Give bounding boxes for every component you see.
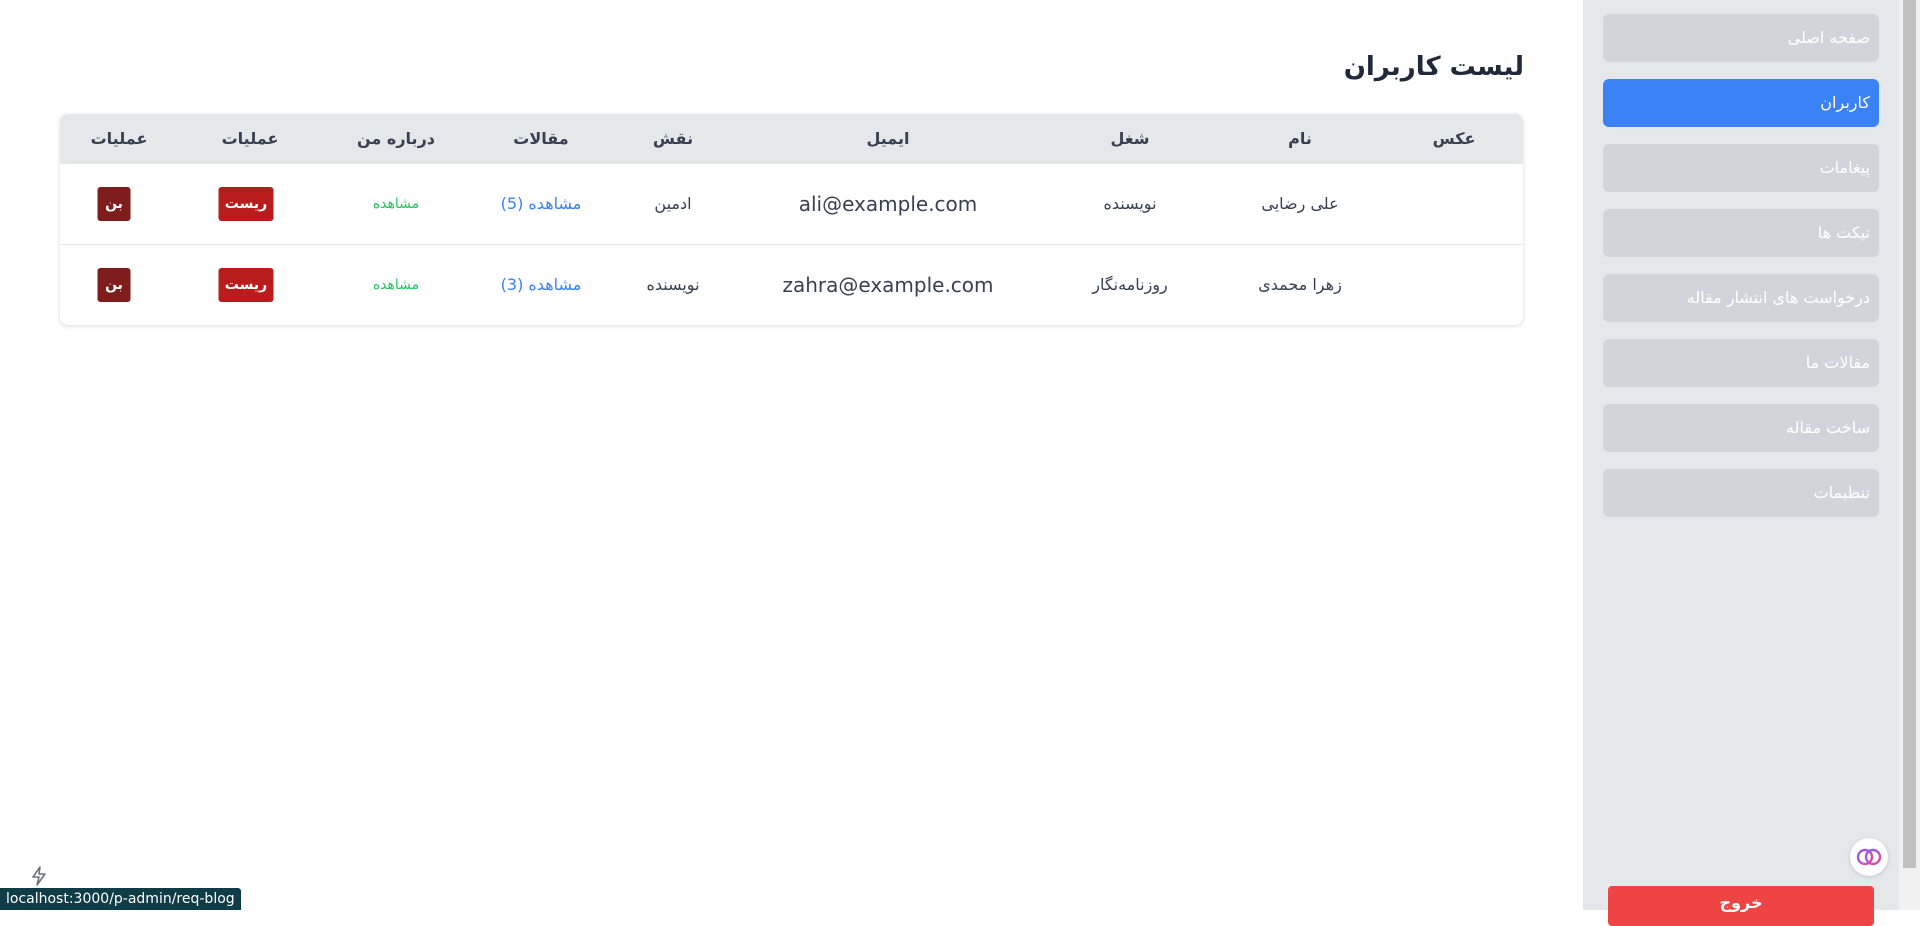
page-title: لیست کاربران: [1343, 52, 1524, 82]
header-email: ایمیل: [866, 129, 910, 148]
cell-name: زهرا محمدی: [1258, 275, 1342, 294]
header-actions-ban: عملیات: [90, 129, 148, 148]
page-scrollbar[interactable]: [1899, 0, 1920, 910]
sidebar-item-our-articles[interactable]: مقالات ما: [1603, 339, 1879, 387]
table-row: زهرا محمدی روزنامه‌نگار zahra@example.co…: [60, 245, 1523, 325]
cell-email: zahra@example.com: [782, 273, 994, 297]
sidebar-item-home[interactable]: صفحه اصلی: [1603, 14, 1879, 62]
sidebar-item-tickets[interactable]: تیکت ها: [1603, 209, 1879, 257]
header-name: نام: [1288, 129, 1312, 148]
logout-button[interactable]: خروج: [1608, 886, 1874, 926]
about-view-link[interactable]: مشاهده: [373, 164, 419, 244]
users-table: عکس نام شغل ایمیل نقش مقالات درباره من ع…: [60, 114, 1523, 325]
cell-role: ادمین: [654, 194, 692, 213]
header-articles: مقالات: [513, 129, 569, 148]
bolt-icon[interactable]: [22, 862, 56, 890]
ban-button[interactable]: بن: [97, 187, 131, 221]
about-view-link[interactable]: مشاهده: [373, 245, 419, 325]
sidebar-item-create-article[interactable]: ساخت مقاله: [1603, 404, 1879, 452]
header-actions-reset: عملیات: [221, 129, 279, 148]
sidebar-item-messages[interactable]: پیغامات: [1603, 144, 1879, 192]
cell-job: روزنامه‌نگار: [1092, 275, 1168, 294]
cell-job: نویسنده: [1103, 194, 1157, 213]
cell-email: ali@example.com: [798, 192, 978, 216]
sidebar-item-settings[interactable]: تنظیمات: [1603, 469, 1879, 517]
reset-button[interactable]: ریست: [218, 187, 274, 221]
header-about: درباره من: [357, 129, 435, 148]
articles-link[interactable]: مشاهده (5): [501, 164, 582, 244]
header-job: شغل: [1110, 129, 1150, 148]
articles-link[interactable]: مشاهده (3): [501, 245, 582, 325]
header-photo: عکس: [1432, 129, 1476, 148]
cell-role: نویسنده: [646, 275, 700, 294]
table-row: علی رضایی نویسنده ali@example.com ادمین …: [60, 164, 1523, 245]
sidebar-item-users[interactable]: کاربران: [1603, 79, 1879, 127]
brain-icon[interactable]: [1850, 838, 1888, 876]
sidebar-item-publish-requests[interactable]: درخواست های انتشار مقاله: [1603, 274, 1879, 322]
table-header: عکس نام شغل ایمیل نقش مقالات درباره من ع…: [60, 114, 1523, 164]
status-bar-url: localhost:3000/p-admin/req-blog: [0, 888, 241, 910]
scrollbar-thumb[interactable]: [1903, 0, 1916, 868]
cell-name: علی رضایی: [1261, 194, 1339, 213]
sidebar: صفحه اصلی کاربران پیغامات تیکت ها درخواس…: [1583, 0, 1899, 926]
header-role: نقش: [652, 129, 694, 148]
reset-button[interactable]: ریست: [218, 268, 274, 302]
ban-button[interactable]: بن: [97, 268, 131, 302]
